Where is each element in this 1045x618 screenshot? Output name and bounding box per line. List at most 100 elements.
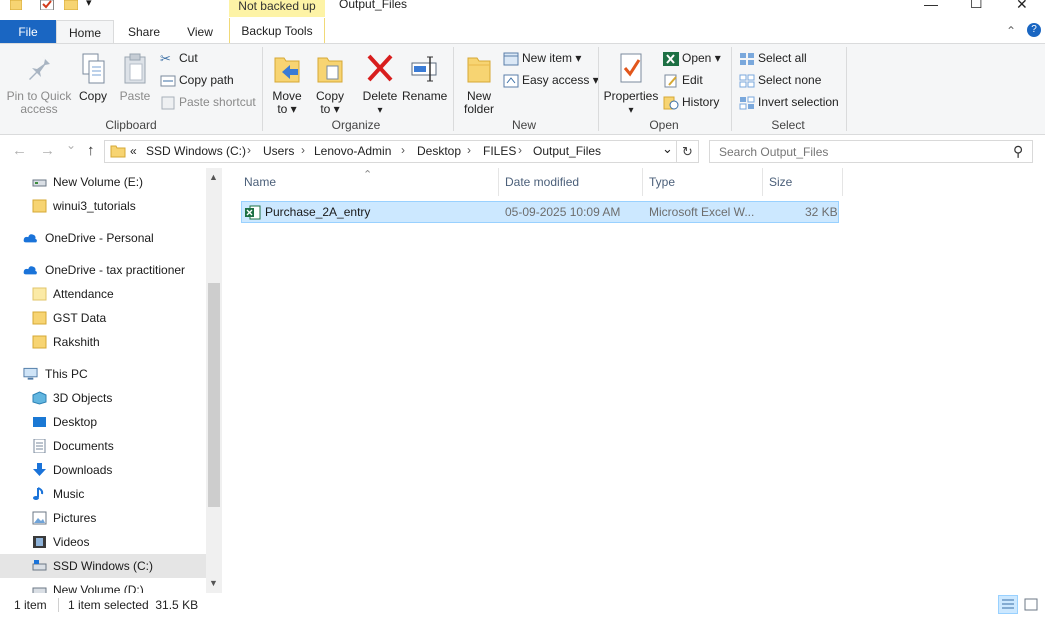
breadcrumb-separator[interactable]: › — [247, 143, 251, 157]
move-to-button[interactable]: Move to ▾ — [268, 52, 306, 116]
properties-button[interactable]: Properties ▾ — [603, 52, 659, 117]
tab-home[interactable]: Home — [56, 20, 114, 44]
forward-button[interactable]: → — [40, 142, 55, 159]
breadcrumb-item[interactable]: Users — [263, 144, 294, 158]
paste-button[interactable]: Paste — [118, 52, 152, 103]
new-item-button[interactable]: New item ▾ — [503, 48, 581, 68]
nav-item-gst-data[interactable]: GST Data — [0, 306, 206, 330]
rename-button[interactable]: Rename — [402, 52, 447, 103]
column-divider[interactable] — [642, 168, 643, 196]
select-all-button[interactable]: Select all — [739, 48, 807, 68]
search-box[interactable]: ⚲ — [709, 140, 1033, 163]
new-folder-button[interactable]: New folder — [459, 52, 499, 116]
nav-item-this-pc[interactable]: This PC — [0, 362, 206, 386]
scrollbar-thumb[interactable] — [208, 283, 220, 507]
group-label-organize: Organize — [331, 118, 381, 132]
address-dropdown-icon[interactable]: ⌄ — [662, 141, 673, 157]
scroll-down-button[interactable]: ▼ — [209, 578, 218, 588]
tab-file[interactable]: File — [0, 20, 56, 44]
up-button[interactable]: ↑ — [87, 142, 95, 159]
nav-item-attendance[interactable]: Attendance — [0, 282, 206, 306]
refresh-button[interactable]: ↻ — [677, 140, 699, 163]
breadcrumb-item[interactable]: Lenovo-Admin — [314, 144, 391, 158]
column-header-type[interactable]: Type — [649, 174, 675, 194]
nav-item-label: Desktop — [53, 415, 98, 429]
easy-access-button[interactable]: Easy access ▾ — [503, 70, 599, 90]
help-icon[interactable]: ? — [1027, 23, 1041, 37]
file-row[interactable]: Purchase_2A_entry 05-09-2025 10:09 AM Mi… — [241, 201, 839, 223]
nav-item-winui3-tutorials[interactable]: winui3_tutorials — [0, 194, 206, 218]
copy-path-button[interactable]: Copy path — [160, 70, 234, 90]
delete-button[interactable]: Delete ▾ — [360, 52, 400, 117]
invert-selection-icon — [739, 96, 755, 110]
collapse-ribbon-icon[interactable]: ⌃ — [1006, 24, 1016, 38]
breadcrumb-separator[interactable]: › — [467, 143, 471, 157]
breadcrumb-item[interactable]: FILES — [483, 144, 516, 158]
properties-check-icon[interactable] — [40, 0, 54, 10]
status-divider — [58, 598, 59, 612]
invert-selection-button[interactable]: Invert selection — [739, 92, 839, 112]
nav-item-videos[interactable]: Videos — [0, 530, 206, 554]
search-icon[interactable]: ⚲ — [1013, 143, 1023, 160]
select-none-button[interactable]: Select none — [739, 70, 821, 90]
address-bar[interactable]: « SSD Windows (C:) › Users › Lenovo-Admi… — [104, 140, 677, 163]
column-divider[interactable] — [498, 168, 499, 196]
search-input[interactable] — [710, 141, 1000, 162]
navigation-scrollbar[interactable]: ▲ ▼ — [206, 168, 222, 593]
pin-to-quick-access-button[interactable]: Pin to Quick access — [5, 52, 73, 116]
maximize-button[interactable]: ☐ — [970, 0, 983, 12]
copy-to-button[interactable]: Copy to ▾ — [311, 52, 349, 116]
column-header-name[interactable]: Name — [244, 174, 276, 194]
customize-quick-access-icon[interactable]: ▾ — [86, 0, 92, 9]
drive-icon — [32, 587, 47, 593]
nav-item-desktop[interactable]: Desktop — [0, 410, 206, 434]
column-header-date-modified[interactable]: Date modified — [505, 174, 579, 194]
rename-icon — [411, 56, 437, 82]
nav-item-music[interactable]: Music — [0, 482, 206, 506]
pin-label-2: access — [20, 102, 58, 116]
nav-item-new-volume-e[interactable]: New Volume (E:) — [0, 170, 206, 194]
tab-backup-tools[interactable]: Backup Tools — [229, 18, 325, 44]
nav-item-new-volume-d[interactable]: New Volume (D:) — [0, 578, 206, 593]
breadcrumb-item[interactable]: Desktop — [417, 144, 461, 158]
nav-item-documents[interactable]: Documents — [0, 434, 206, 458]
column-divider[interactable] — [842, 168, 843, 196]
nav-item-downloads[interactable]: Downloads — [0, 458, 206, 482]
nav-item-ssd-windows-c[interactable]: SSD Windows (C:) — [0, 554, 206, 578]
open-button[interactable]: Open ▾ — [663, 48, 721, 68]
nav-item-pictures[interactable]: Pictures — [0, 506, 206, 530]
close-button[interactable]: ✕ — [1016, 0, 1028, 13]
column-divider[interactable] — [762, 168, 763, 196]
nav-item-3d-objects[interactable]: 3D Objects — [0, 386, 206, 410]
folder-icon[interactable] — [10, 0, 22, 10]
delete-dropdown-icon[interactable]: ▾ — [377, 105, 382, 116]
large-icons-view-button[interactable] — [1022, 596, 1040, 613]
breadcrumb-item[interactable]: Output_Files — [533, 144, 601, 158]
new-folder-icon[interactable] — [64, 0, 78, 10]
nav-item-onedrive-personal[interactable]: OneDrive - Personal — [0, 226, 206, 250]
edit-button[interactable]: Edit — [663, 70, 703, 90]
tab-view[interactable]: View — [172, 20, 228, 44]
breadcrumb-separator[interactable]: › — [518, 143, 522, 157]
history-button[interactable]: History — [663, 92, 719, 112]
help-icon-glyph: ? — [1031, 24, 1037, 35]
properties-dropdown-icon[interactable]: ▾ — [628, 105, 633, 116]
column-header-size[interactable]: Size — [769, 174, 792, 194]
cut-button[interactable]: ✂ Cut — [160, 48, 198, 68]
desktop-icon — [33, 417, 46, 427]
tab-share[interactable]: Share — [116, 20, 172, 44]
ribbon: Pin to Quick access Copy Paste ✂ Cut Copy… — [0, 43, 1045, 135]
minimize-button[interactable]: — — [924, 0, 938, 12]
breadcrumb-overflow[interactable]: « — [130, 144, 137, 158]
details-view-button[interactable] — [998, 595, 1018, 614]
breadcrumb-item[interactable]: SSD Windows (C:) — [146, 144, 246, 158]
recent-locations-button[interactable]: ⌄ — [66, 138, 76, 152]
nav-item-rakshith[interactable]: Rakshith — [0, 330, 206, 354]
scroll-up-button[interactable]: ▲ — [209, 172, 218, 182]
paste-shortcut-button[interactable]: Paste shortcut — [160, 92, 256, 112]
breadcrumb-separator[interactable]: › — [301, 143, 305, 157]
nav-item-onedrive-tax-practitioner[interactable]: OneDrive - tax practitioner — [0, 258, 206, 282]
breadcrumb-separator[interactable]: › — [401, 143, 405, 157]
back-button[interactable]: ← — [12, 142, 27, 159]
copy-button[interactable]: Copy — [76, 52, 110, 103]
